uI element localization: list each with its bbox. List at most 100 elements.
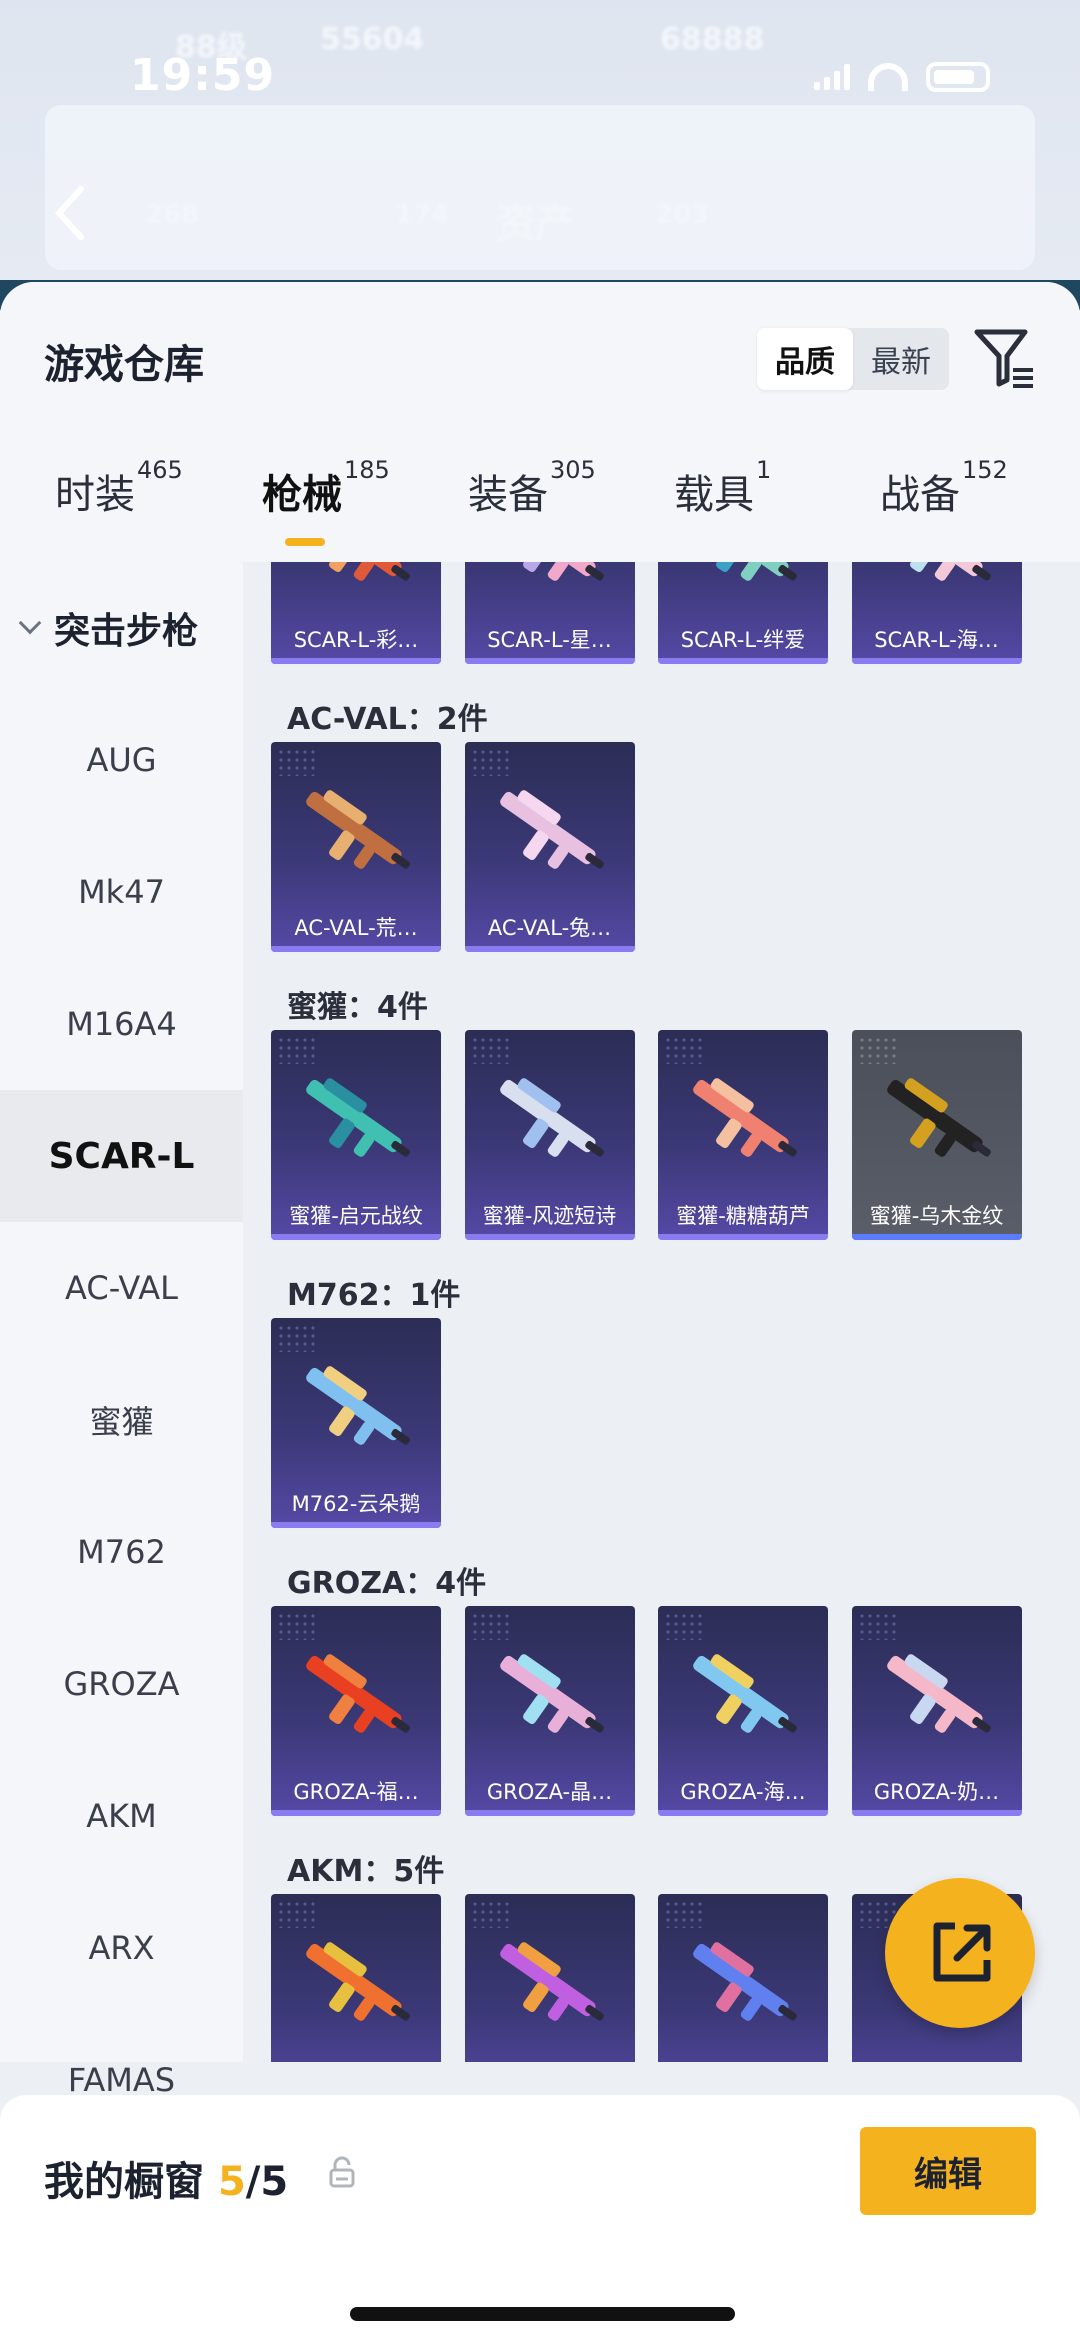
sidebar-category-label: 突击步枪	[54, 611, 199, 652]
sidebar-category-assault-rifle[interactable]: 突击步枪	[0, 562, 243, 694]
weapon-skin-card[interactable]: GROZA-奶…	[851, 1606, 1022, 1816]
tab-vehicles[interactable]: 载具1	[674, 456, 771, 562]
tab-count: 465	[137, 456, 183, 484]
sidebar-item-ac-val[interactable]: AC-VAL	[0, 1222, 243, 1354]
back-arrow-icon[interactable]	[49, 183, 89, 243]
bg-stat-3: 203	[655, 200, 710, 230]
active-tab-indicator	[285, 538, 325, 546]
rifle-icon	[306, 790, 410, 869]
weapon-skin-card[interactable]: 蜜獾-启元战纹	[271, 1030, 441, 1240]
sidebar-item-arx[interactable]: ARX	[0, 1882, 243, 2014]
rarity-bar	[658, 658, 828, 664]
tab-count: 185	[344, 456, 390, 484]
rifle-icon	[306, 1654, 410, 1733]
tab-label: 装备	[468, 472, 548, 518]
weapon-grid: SCAR-L-彩… SCAR-L-星… SCAR-L-绊爱 SCAR-L-海… AC-V…	[243, 562, 1080, 2062]
rifle-icon	[306, 1366, 410, 1445]
weapon-sidebar: 突击步枪 AUG Mk47 M16A4 SCAR-L AC-VAL 蜜獾 M762 GROZA…	[0, 562, 243, 2099]
rifle-icon	[499, 1942, 604, 2021]
rifle-icon	[693, 1078, 797, 1157]
weapon-skin-card[interactable]: GROZA-海…	[658, 1606, 828, 1816]
page-title: 游戏仓库	[44, 342, 204, 388]
weapon-skin-card[interactable]: SCAR-L-彩…	[271, 562, 441, 664]
weapon-skin-card[interactable]: GROZA-福…	[271, 1606, 441, 1816]
weapon-skin-card[interactable]: 蜜獾-乌木金纹	[851, 1030, 1022, 1240]
card-label: 蜜獾-启元战纹	[289, 1204, 423, 1228]
rifle-icon	[499, 790, 604, 869]
bg-score-text: 55604	[320, 22, 425, 57]
sidebar-item-scar-l[interactable]: SCAR-L	[0, 1090, 243, 1222]
rifle-icon	[693, 562, 797, 581]
wifi-icon	[868, 63, 908, 91]
card-label: M762-云朵鹅	[291, 1492, 421, 1516]
sort-quality-button[interactable]: 品质	[757, 328, 853, 390]
rarity-bar	[851, 1234, 1022, 1240]
card-label: GROZA-晶…	[486, 1780, 613, 1804]
sidebar-item-groza[interactable]: GROZA	[0, 1618, 243, 1750]
tab-equipment[interactable]: 装备305	[468, 456, 596, 562]
rarity-bar	[271, 946, 441, 952]
sort-latest-button[interactable]: 最新	[853, 328, 949, 390]
tab-supplies[interactable]: 战备152	[880, 456, 1008, 562]
lock-icon	[329, 2156, 355, 2188]
weapon-skin-card[interactable]: GROZA-晶…	[464, 1606, 635, 1816]
weapon-skin-card[interactable]: AKM-龙的…	[271, 1894, 441, 2062]
warehouse-panel: 游戏仓库 品质 最新 时装465 枪械185 装备305 载具1 战备152 突…	[0, 282, 1080, 2341]
share-button[interactable]	[885, 1878, 1035, 2028]
weapon-skin-card[interactable]: SCAR-L-星…	[464, 562, 635, 664]
tab-count: 1	[756, 456, 772, 484]
card-label: 蜜獾-乌木金纹	[869, 1204, 1004, 1228]
background-app-header: 88级 55604 68888 268 174 资产 203	[0, 0, 1080, 300]
card-label: 蜜獾-糖糖葫芦	[676, 1204, 810, 1228]
weapon-skin-card[interactable]: 蜜獾-风迹短诗	[464, 1030, 635, 1240]
rarity-bar	[271, 1810, 441, 1816]
bg-stat-2: 174	[395, 200, 450, 230]
bg-stat-1: 268	[145, 200, 200, 230]
rifle-icon	[306, 1078, 410, 1157]
card-label: SCAR-L-海…	[874, 628, 999, 652]
sidebar-item-aug[interactable]: AUG	[0, 694, 243, 826]
showcase-footer: 我的橱窗 5/5 编辑	[0, 2095, 1080, 2341]
sort-toggle: 品质 最新	[757, 328, 949, 390]
tab-count: 152	[962, 456, 1008, 484]
rarity-bar	[464, 946, 635, 952]
home-indicator	[350, 2307, 735, 2321]
card-label: GROZA-奶…	[873, 1780, 1000, 1804]
sidebar-item-蜜獾[interactable]: 蜜獾	[0, 1354, 243, 1486]
rifle-icon	[499, 1654, 604, 1733]
weapon-skin-card[interactable]: AC-VAL-荒…	[271, 742, 441, 952]
weapon-skin-card[interactable]: SCAR-L-绊爱	[658, 562, 828, 664]
sidebar-item-m762[interactable]: M762	[0, 1486, 243, 1618]
rifle-icon	[306, 562, 410, 581]
rifle-icon	[693, 1942, 797, 2021]
tab-fashion[interactable]: 时装465	[55, 456, 183, 562]
rarity-bar	[464, 1234, 635, 1240]
sidebar-item-m16a4[interactable]: M16A4	[0, 958, 243, 1090]
group-title: M762：1件	[287, 1278, 461, 1313]
filter-icon[interactable]	[973, 326, 1037, 392]
group-title: AKM：5件	[287, 1854, 445, 1889]
rifle-icon	[886, 1078, 991, 1157]
card-label: SCAR-L-彩…	[293, 628, 419, 652]
card-label: GROZA-福…	[293, 1780, 419, 1804]
weapon-skin-card[interactable]: AKM-霓彩…	[464, 1894, 635, 2062]
weapon-skin-card[interactable]: SCAR-L-海…	[851, 562, 1022, 664]
weapon-skin-card[interactable]: AKM-涂鸦…	[658, 1894, 828, 2062]
status-time: 19:59	[130, 50, 276, 101]
group-title: AC-VAL：2件	[287, 702, 488, 737]
showcase-label: 我的橱窗 5/5	[44, 2149, 288, 2207]
weapon-skin-card[interactable]: 蜜獾-糖糖葫芦	[658, 1030, 828, 1240]
rarity-bar	[658, 1234, 828, 1240]
sidebar-item-mk47[interactable]: Mk47	[0, 826, 243, 958]
rarity-bar	[271, 1522, 441, 1528]
sidebar-item-akm[interactable]: AKM	[0, 1750, 243, 1882]
bg-title: 资产	[495, 201, 575, 247]
edit-button[interactable]: 编辑	[860, 2127, 1036, 2215]
rarity-bar	[658, 1810, 828, 1816]
weapon-skin-card[interactable]: AC-VAL-兔…	[464, 742, 635, 952]
rifle-icon	[306, 1942, 410, 2021]
tab-firearms[interactable]: 枪械185	[262, 456, 390, 562]
weapon-skin-card[interactable]: M762-云朵鹅	[271, 1318, 441, 1528]
card-label: SCAR-L-星…	[487, 628, 612, 652]
status-icons	[814, 62, 990, 92]
